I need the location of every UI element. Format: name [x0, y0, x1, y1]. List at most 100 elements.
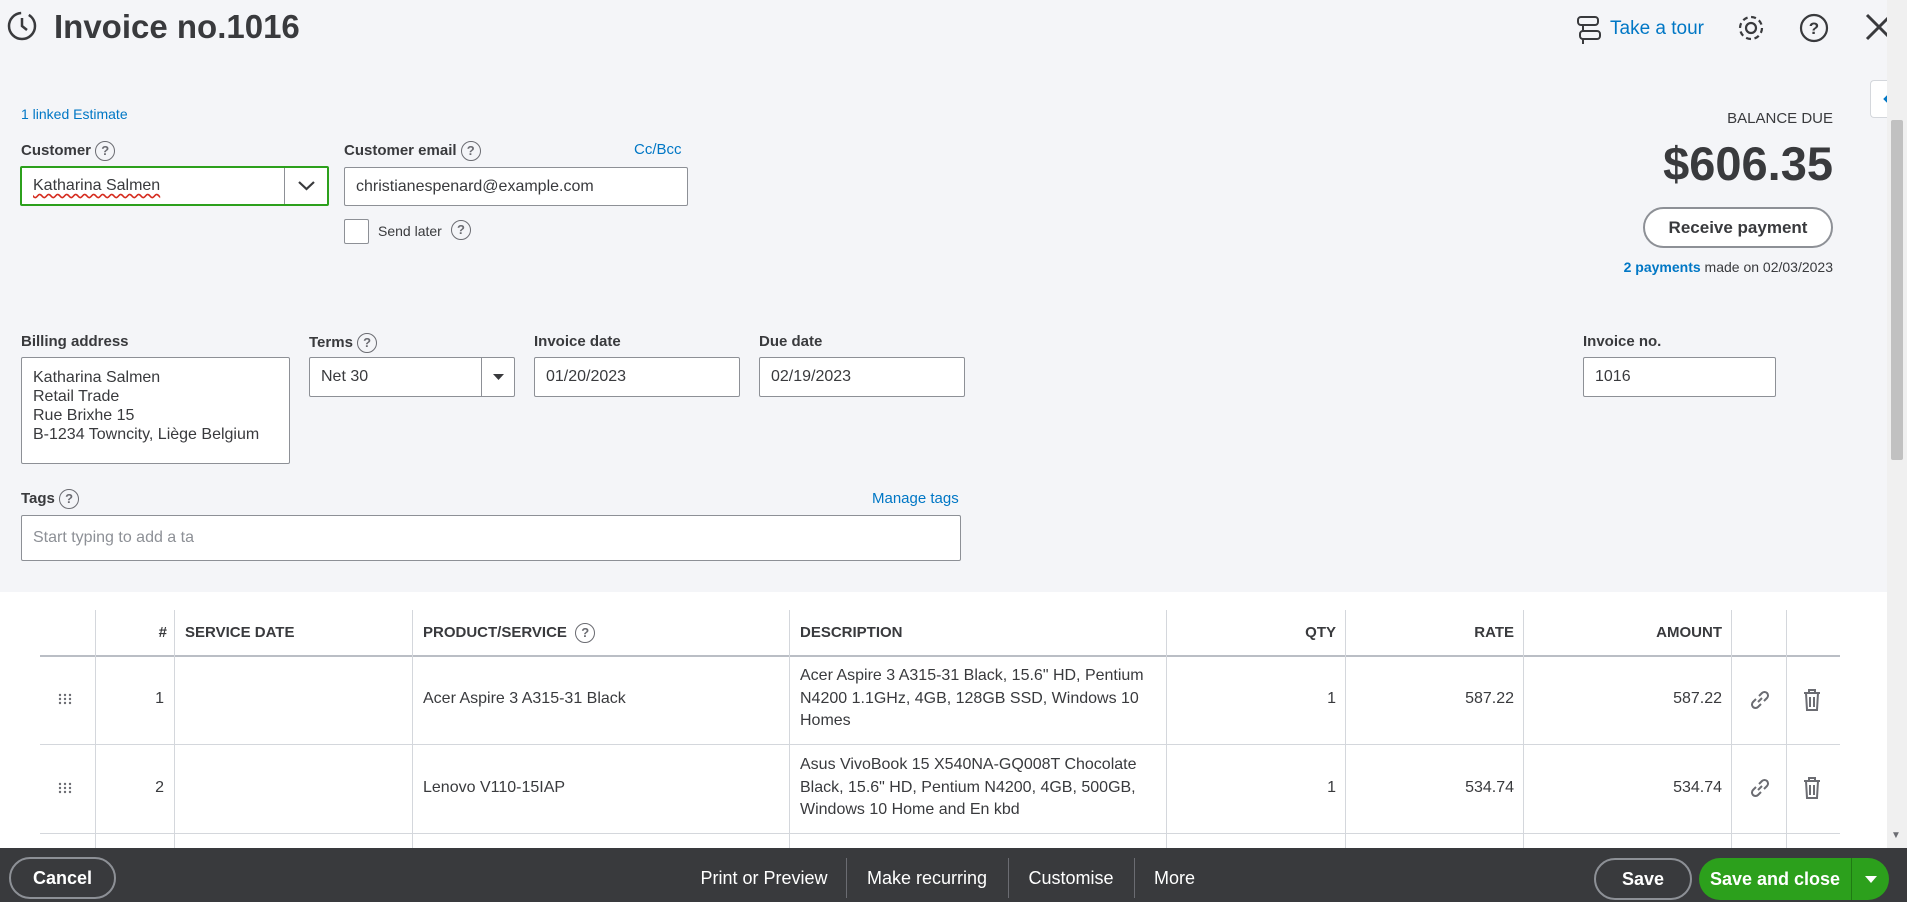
customer-label: Customer ?	[21, 141, 116, 161]
receive-payment-button[interactable]: Receive payment	[1643, 207, 1833, 248]
link-icon[interactable]	[1748, 776, 1772, 800]
balance-due-amount: $606.35	[1663, 137, 1833, 190]
balance-due-label: BALANCE DUE	[1727, 110, 1833, 127]
customer-dropdown-button[interactable]	[284, 168, 327, 204]
row-qty[interactable]: 1	[1166, 779, 1336, 797]
billing-line: Katharina Salmen	[33, 369, 161, 386]
footer-divider	[1134, 858, 1135, 898]
row-product[interactable]: Acer Aspire 3 A315-31 Black	[423, 690, 626, 708]
help-icon[interactable]: ?	[95, 141, 116, 161]
row-rate[interactable]: 534.74	[1345, 779, 1514, 797]
caret-down-icon	[493, 374, 504, 380]
row-amount[interactable]: 587.22	[1523, 690, 1722, 708]
terms-dropdown-button[interactable]	[481, 358, 514, 396]
column-header-amount: AMOUNT	[1656, 624, 1722, 641]
row-description[interactable]: Acer Aspire 3 A315-31 Black, 15.6" HD, P…	[800, 665, 1160, 733]
column-divider	[412, 610, 413, 848]
help-icon[interactable]: ?	[357, 333, 378, 353]
description-line: Windows 10 Home and En kbd	[800, 801, 1020, 818]
manage-tags-link[interactable]: Manage tags	[872, 490, 959, 507]
caret-down-icon	[1865, 876, 1877, 883]
invoice-no-label: Invoice no.	[1583, 333, 1662, 350]
help-icon[interactable]: ?	[451, 220, 471, 240]
scrollbar-thumb[interactable]	[1891, 120, 1903, 460]
cancel-button[interactable]: Cancel	[9, 857, 116, 899]
description-line: N4200 1.1GHz, 4GB, 128GB SSD, Windows 10	[800, 689, 1139, 707]
email-field[interactable]: christianespenard@example.com	[344, 167, 688, 206]
tags-label: Tags ?	[21, 489, 80, 509]
column-divider	[1731, 610, 1732, 848]
tour-icon[interactable]	[1575, 14, 1603, 44]
page-scrollbar[interactable]: ▼	[1887, 0, 1907, 848]
row-number: 2	[155, 779, 164, 796]
customer-input[interactable]: Katharina Salmen	[33, 177, 160, 195]
billing-line: Retail Trade	[33, 388, 120, 405]
invoice-no-value: 1016	[1595, 368, 1631, 385]
help-icon[interactable]: ?	[1798, 12, 1830, 44]
customise-button[interactable]: Customise	[1020, 858, 1122, 898]
help-icon[interactable]: ?	[460, 141, 481, 161]
print-preview-button[interactable]: Print or Preview	[694, 858, 834, 898]
make-recurring-button[interactable]: Make recurring	[858, 858, 996, 898]
due-date-field[interactable]: 02/19/2023	[759, 357, 965, 397]
billing-line: B-1234 Towncity, Liège Belgium	[33, 426, 260, 443]
tags-placeholder: Start typing to add a ta	[33, 529, 194, 546]
drag-handle-icon[interactable]	[58, 781, 72, 795]
terms-label-text: Terms	[309, 333, 353, 351]
column-divider	[789, 610, 790, 848]
help-icon[interactable]: ?	[59, 489, 80, 509]
column-header-rate: RATE	[1474, 624, 1514, 641]
help-icon[interactable]: ?	[575, 622, 596, 643]
row-qty[interactable]: 1	[1166, 690, 1336, 708]
table-header-divider	[40, 655, 1840, 657]
column-header-number: #	[158, 624, 167, 641]
footer-divider	[846, 858, 847, 898]
link-icon[interactable]	[1748, 688, 1772, 712]
payments-link[interactable]: 2 payments	[1624, 259, 1701, 275]
row-divider	[40, 744, 1840, 745]
send-later-checkbox[interactable]	[344, 219, 369, 244]
row-divider	[40, 833, 1840, 834]
save-button[interactable]: Save	[1594, 858, 1692, 900]
row-number: 1	[155, 690, 164, 707]
linked-estimate-link[interactable]: 1 linked Estimate	[21, 106, 128, 122]
trash-icon[interactable]	[1801, 688, 1823, 712]
row-description[interactable]: Asus VivoBook 15 X540NA-GQ008T Chocolate…	[800, 754, 1160, 822]
row-amount[interactable]: 534.74	[1523, 779, 1722, 797]
save-and-close-button[interactable]: Save and close	[1699, 858, 1851, 900]
invoice-date-label: Invoice date	[534, 333, 621, 350]
more-button[interactable]: More	[1146, 858, 1203, 898]
customer-field[interactable]: Katharina Salmen	[20, 166, 329, 206]
terms-value: Net 30	[321, 368, 369, 385]
billing-line: Rue Brixhe 15	[33, 407, 135, 424]
row-product[interactable]: Lenovo V110-15IAP	[423, 779, 565, 797]
cc-bcc-link[interactable]: Cc/Bcc	[634, 141, 682, 158]
due-date-value: 02/19/2023	[771, 368, 852, 385]
description-line: Acer Aspire 3 A315-31 Black, 15.6" HD, P…	[800, 667, 1144, 684]
drag-handle-icon[interactable]	[58, 692, 72, 706]
description-line: Asus VivoBook 15 X540NA-GQ008T Chocolate	[800, 756, 1137, 773]
page-title: Invoice no.1016	[54, 8, 300, 45]
save-options-dropdown[interactable]	[1851, 858, 1889, 900]
column-divider	[174, 610, 175, 848]
due-date-label: Due date	[759, 333, 823, 350]
description-line: Black, 15.6" HD, Pentium N4200, 4GB, 500…	[800, 778, 1136, 796]
invoice-date-value: 01/20/2023	[546, 368, 627, 385]
invoice-date-field[interactable]: 01/20/2023	[534, 357, 740, 397]
description-line: Homes	[800, 712, 851, 729]
trash-icon[interactable]	[1801, 776, 1823, 800]
send-later-label: Send later	[378, 223, 442, 239]
invoice-no-field[interactable]: 1016	[1583, 357, 1776, 397]
gear-icon[interactable]	[1735, 12, 1767, 44]
column-header-qty: QTY	[1305, 624, 1336, 641]
email-label-text: Customer email	[344, 141, 457, 159]
column-header-product: PRODUCT/SERVICE ?	[423, 610, 596, 655]
row-rate[interactable]: 587.22	[1345, 690, 1514, 708]
svg-text:?: ?	[1809, 19, 1819, 38]
scroll-down-icon[interactable]: ▼	[1891, 830, 1901, 841]
take-tour-link[interactable]: Take a tour	[1610, 18, 1704, 40]
history-icon[interactable]	[5, 9, 39, 43]
tags-input[interactable]: Start typing to add a ta	[21, 515, 961, 561]
column-header-product-text: PRODUCT/SERVICE	[423, 624, 567, 641]
billing-address-field[interactable]: Katharina Salmen Retail Trade Rue Brixhe…	[21, 357, 290, 464]
